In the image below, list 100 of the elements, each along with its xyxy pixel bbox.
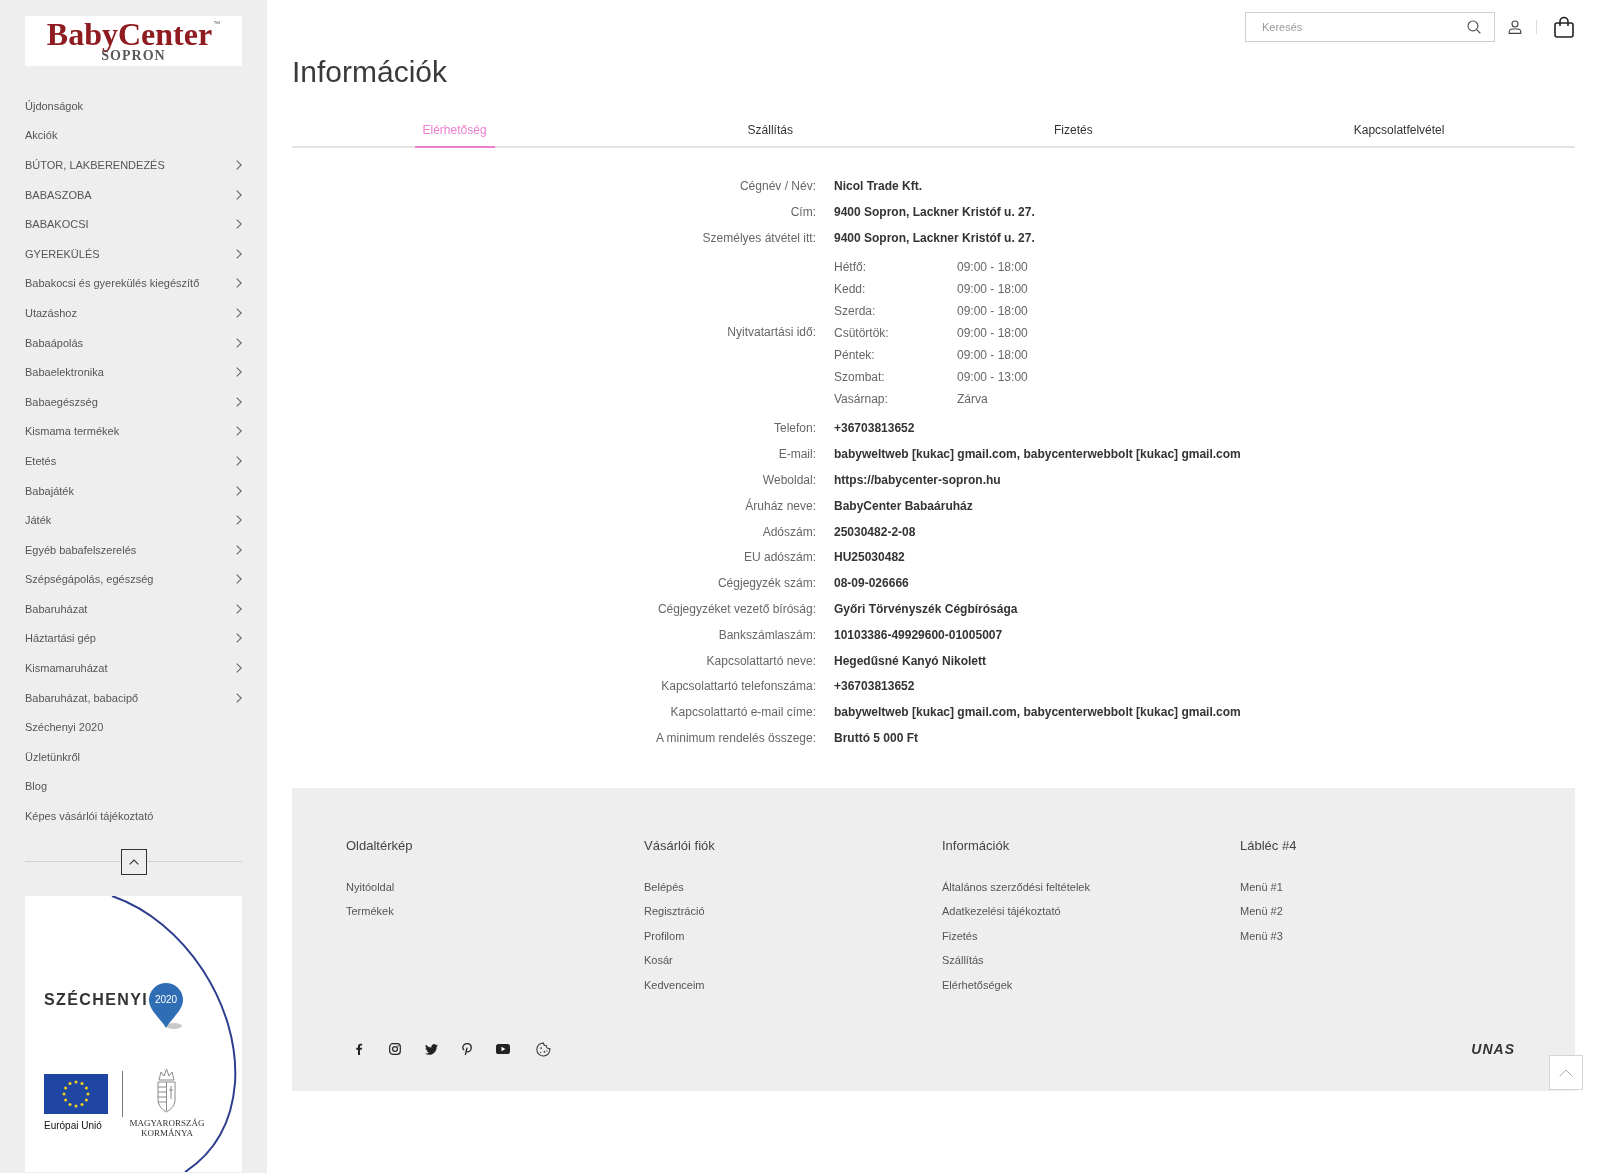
info-label: A minimum rendelés összege:	[655, 730, 816, 747]
pin-badge: 2020	[148, 981, 184, 1030]
user-icon[interactable]	[1508, 20, 1522, 34]
tab[interactable]: Fizetés	[1046, 114, 1101, 148]
footer-link[interactable]: Kedvenceim	[644, 972, 705, 998]
footer-heading: Oldaltérkép	[346, 837, 413, 854]
footer-link[interactable]: Nyitóoldal	[346, 874, 395, 900]
footer-link[interactable]: Általános szerződési feltételek	[942, 874, 1090, 900]
info-value: 10103386-49929600-01005007	[834, 627, 1003, 644]
search-field[interactable]: Keresés	[1245, 12, 1495, 42]
menu-item[interactable]: Babaegészség	[25, 386, 242, 417]
menu-item[interactable]: Babajáték	[25, 475, 242, 506]
info-value: 9400 Sopron, Lackner Kristóf u. 27.	[834, 204, 1035, 221]
footer-link[interactable]: Menü #1	[1240, 874, 1283, 900]
chevron-up-icon	[1559, 1068, 1573, 1077]
menu-item[interactable]: BABASZOBA	[25, 179, 242, 210]
menu-item[interactable]: Újdonságok	[25, 91, 242, 121]
footer-heading: Információk	[942, 837, 1010, 854]
chevron-right-icon	[236, 367, 242, 378]
menu-item[interactable]: Játék	[25, 505, 242, 535]
footer-link[interactable]: Regisztráció	[644, 899, 705, 924]
info-value: babyweltweb [kukac] gmail.com, babycenterwebbolt [kukac] gmail.com	[834, 447, 1241, 463]
menu-item[interactable]: Szépségápolás, egészség	[25, 564, 242, 595]
info-value: +36703813652	[834, 421, 915, 438]
footer-link[interactable]: Termékek	[346, 899, 394, 924]
opening-hours: 09:00 - 13:00	[957, 369, 1028, 387]
search-icon[interactable]	[1467, 20, 1481, 34]
menu-item[interactable]: GYEREKÜLÉS	[25, 238, 242, 269]
menu-item[interactable]: Üzletünkről	[25, 742, 242, 772]
day-label: Csütörtök:	[834, 325, 889, 343]
menu-item[interactable]: Babaelektronika	[25, 357, 242, 387]
footer-link[interactable]: Szállítás	[942, 948, 984, 973]
chevron-right-icon	[236, 455, 242, 466]
menu-item[interactable]: Babaruházat	[25, 594, 242, 624]
eu-label: Európai Unió	[44, 1119, 102, 1132]
szechenyi-banner[interactable]: SZÉCHENYI 2020 Európai Unió MAGYARORSZÁG KORMÁNYA	[25, 895, 242, 1172]
twitter-icon[interactable]	[425, 1043, 438, 1055]
footer-link[interactable]: Profilom	[644, 923, 685, 949]
menu-item[interactable]: Babakocsi és gyerekülés kiegészítő	[25, 268, 242, 299]
info-value: 9400 Sopron, Lackner Kristóf u. 27.	[834, 230, 1035, 247]
menu-item[interactable]: Képes vásárlói tájékoztató	[25, 801, 242, 831]
day-label: Szerda:	[834, 303, 876, 321]
menu-item[interactable]: Akciók	[25, 120, 242, 151]
footer-heading: Lábléc #4	[1240, 837, 1297, 854]
menu-item[interactable]: Egyéb babafelszerelés	[25, 534, 242, 565]
footer-link[interactable]: Fizetés	[942, 923, 978, 949]
info-value: 08-09-026666	[834, 576, 909, 592]
menu-item[interactable]: Babaápolás	[25, 327, 242, 358]
chevron-right-icon	[236, 603, 242, 614]
footer-link[interactable]: Adatkezelési tájékoztató	[942, 899, 1061, 924]
footer-link[interactable]: Elérhetőségek	[942, 972, 1013, 998]
day-label: Péntek:	[834, 347, 875, 365]
menu-item[interactable]: BABAKOCSI	[25, 209, 242, 239]
collapse-button[interactable]	[120, 848, 147, 875]
info-value: HU25030482	[834, 550, 905, 567]
info-label: Kapcsolattartó e-mail címe:	[670, 705, 816, 721]
chevron-right-icon	[236, 278, 242, 289]
flag-icon	[44, 1073, 108, 1114]
info-value: +36703813652	[834, 679, 915, 696]
info-label: Weboldal:	[762, 473, 816, 489]
footer-link[interactable]: Belépés	[644, 874, 684, 900]
youtube-icon[interactable]	[496, 1044, 510, 1055]
info-value: BabyCenter Babaáruház	[834, 498, 973, 515]
menu-item[interactable]: Etetés	[25, 446, 242, 476]
footer-link[interactable]: Kosár	[644, 948, 673, 973]
tab[interactable]: Kapcsolatfelvétel	[1345, 114, 1453, 148]
opening-hours: Zárva	[957, 391, 988, 409]
opening-hours: 09:00 - 18:00	[957, 303, 1028, 321]
menu-item[interactable]: Kismama termékek	[25, 416, 242, 447]
footer-link[interactable]: Menü #3	[1240, 923, 1283, 949]
chevron-right-icon	[236, 515, 242, 526]
instagram-icon[interactable]	[389, 1043, 401, 1056]
menu-item[interactable]: BÚTOR, LAKBERENDEZÉS	[25, 150, 242, 180]
chevron-right-icon	[236, 189, 242, 200]
day-label: Szombat:	[834, 369, 885, 387]
tab[interactable]: Szállítás	[739, 114, 801, 148]
facebook-icon[interactable]	[353, 1043, 365, 1056]
footer-link[interactable]: Menü #2	[1240, 899, 1283, 924]
platform-logo[interactable]: UNAS	[1471, 1041, 1515, 1058]
day-label: Vasárnap:	[834, 391, 888, 409]
menu-item[interactable]: Kismamaruházat	[25, 653, 242, 683]
info-label: Cégjegyzék szám:	[717, 576, 816, 592]
chevron-right-icon	[236, 574, 242, 585]
shopping-bag-icon[interactable]	[1553, 16, 1575, 38]
opening-hours: 09:00 - 18:00	[957, 325, 1028, 343]
menu-item[interactable]: Blog	[25, 771, 242, 802]
menu-item[interactable]: Háztartási gép	[25, 623, 242, 654]
chevron-right-icon	[236, 692, 242, 703]
cookie-icon[interactable]	[536, 1041, 551, 1057]
menu-item[interactable]: Babaruházat, babacipő	[25, 682, 242, 713]
info-value: Győri Törvényszék Cégbírósága	[834, 601, 1018, 618]
pinterest-icon[interactable]	[462, 1043, 472, 1056]
opening-hours: 09:00 - 18:00	[957, 281, 1028, 299]
menu-item[interactable]: Utazáshoz	[25, 298, 242, 328]
footer-heading: Vásárlói fiók	[644, 837, 715, 854]
info-label: Nyitvatartási idő:	[727, 325, 816, 342]
menu-item[interactable]: Széchenyi 2020	[25, 712, 242, 743]
info-value: 25030482-2-08	[834, 524, 916, 541]
government-label: MAGYARORSZÁG KORMÁNYA	[128, 1117, 206, 1138]
chevron-right-icon	[236, 544, 242, 555]
